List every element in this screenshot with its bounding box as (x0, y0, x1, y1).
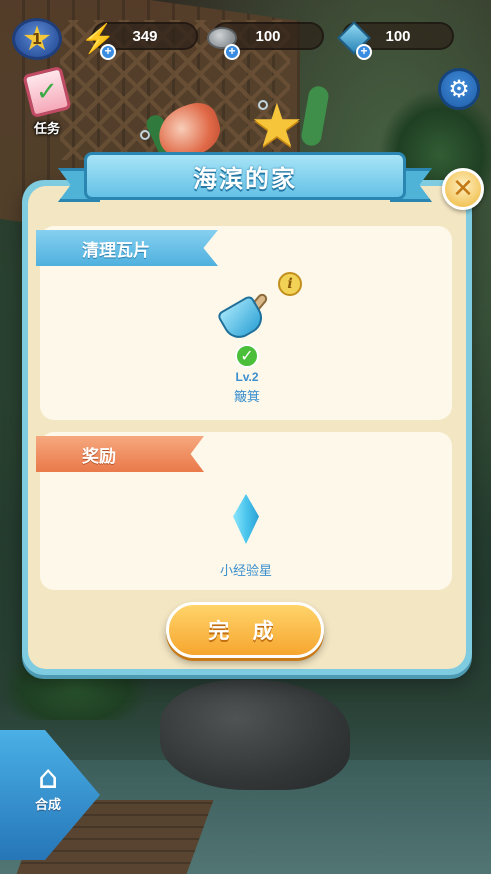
tasks-button[interactable]: ✓ 任务 (16, 65, 78, 142)
tasks-label: 任务 (33, 122, 60, 137)
gear-icon: ⚙ (448, 75, 470, 103)
close-icon: ✕ (452, 174, 474, 204)
gem-value: 100 (385, 27, 411, 45)
checkmark-icon: ✓ (235, 344, 259, 368)
reward-label: 奖励 (82, 446, 116, 467)
crystal-icon (233, 494, 259, 544)
complete-button[interactable]: 完 成 (166, 602, 324, 658)
gem-counter[interactable]: + 100 (337, 21, 454, 60)
house-icon: ⌂ (37, 758, 59, 796)
title-ribbon: 海滨的家 (58, 146, 432, 208)
merge-button-content: ⌂ 合成 (18, 760, 78, 813)
dustpan-icon (216, 291, 272, 344)
reward-panel: 奖励 小经验星 (36, 432, 452, 590)
level-number: 1 (31, 30, 43, 48)
task-list-icon: ✓ (22, 65, 72, 119)
close-button[interactable]: ✕ (442, 168, 484, 210)
stone-value: 100 (255, 27, 281, 45)
add-stone-button[interactable]: + (224, 44, 240, 60)
add-energy-button[interactable]: + (100, 44, 116, 60)
info-icon[interactable]: i (278, 272, 302, 296)
merge-label: 合成 (34, 798, 61, 813)
top-hud: ★ 1 ⚡ + 349 + 100 + 100 (0, 18, 491, 60)
energy-counter[interactable]: ⚡ + 349 (81, 22, 198, 60)
complete-button-label: 完 成 (208, 619, 282, 643)
tool-name: 簸箕 (233, 390, 260, 405)
bubble-decoration (258, 100, 268, 110)
clear-tiles-tag: 清理瓦片 (36, 230, 218, 266)
ribbon-body: 海滨的家 (84, 152, 406, 200)
tool-level: Lv.2 (235, 370, 259, 384)
dialog-title: 海滨的家 (193, 164, 297, 193)
level-badge[interactable]: ★ 1 (12, 18, 62, 60)
clear-tiles-panel: 清理瓦片 ✓ Lv.2 簸箕 i (36, 226, 452, 420)
reward-name: 小经验星 (219, 564, 272, 579)
required-tool[interactable]: ✓ Lv.2 簸箕 (214, 291, 280, 405)
stone-counter[interactable]: + 100 (207, 22, 324, 60)
add-gems-button[interactable]: + (356, 44, 372, 60)
settings-button[interactable]: ⚙ (438, 68, 480, 110)
energy-value: 349 (132, 27, 158, 45)
reward-tag: 奖励 (36, 436, 204, 472)
clear-tiles-label: 清理瓦片 (82, 240, 150, 261)
bubble-decoration (140, 130, 150, 140)
reward-item[interactable]: 小经验星 (204, 494, 288, 579)
